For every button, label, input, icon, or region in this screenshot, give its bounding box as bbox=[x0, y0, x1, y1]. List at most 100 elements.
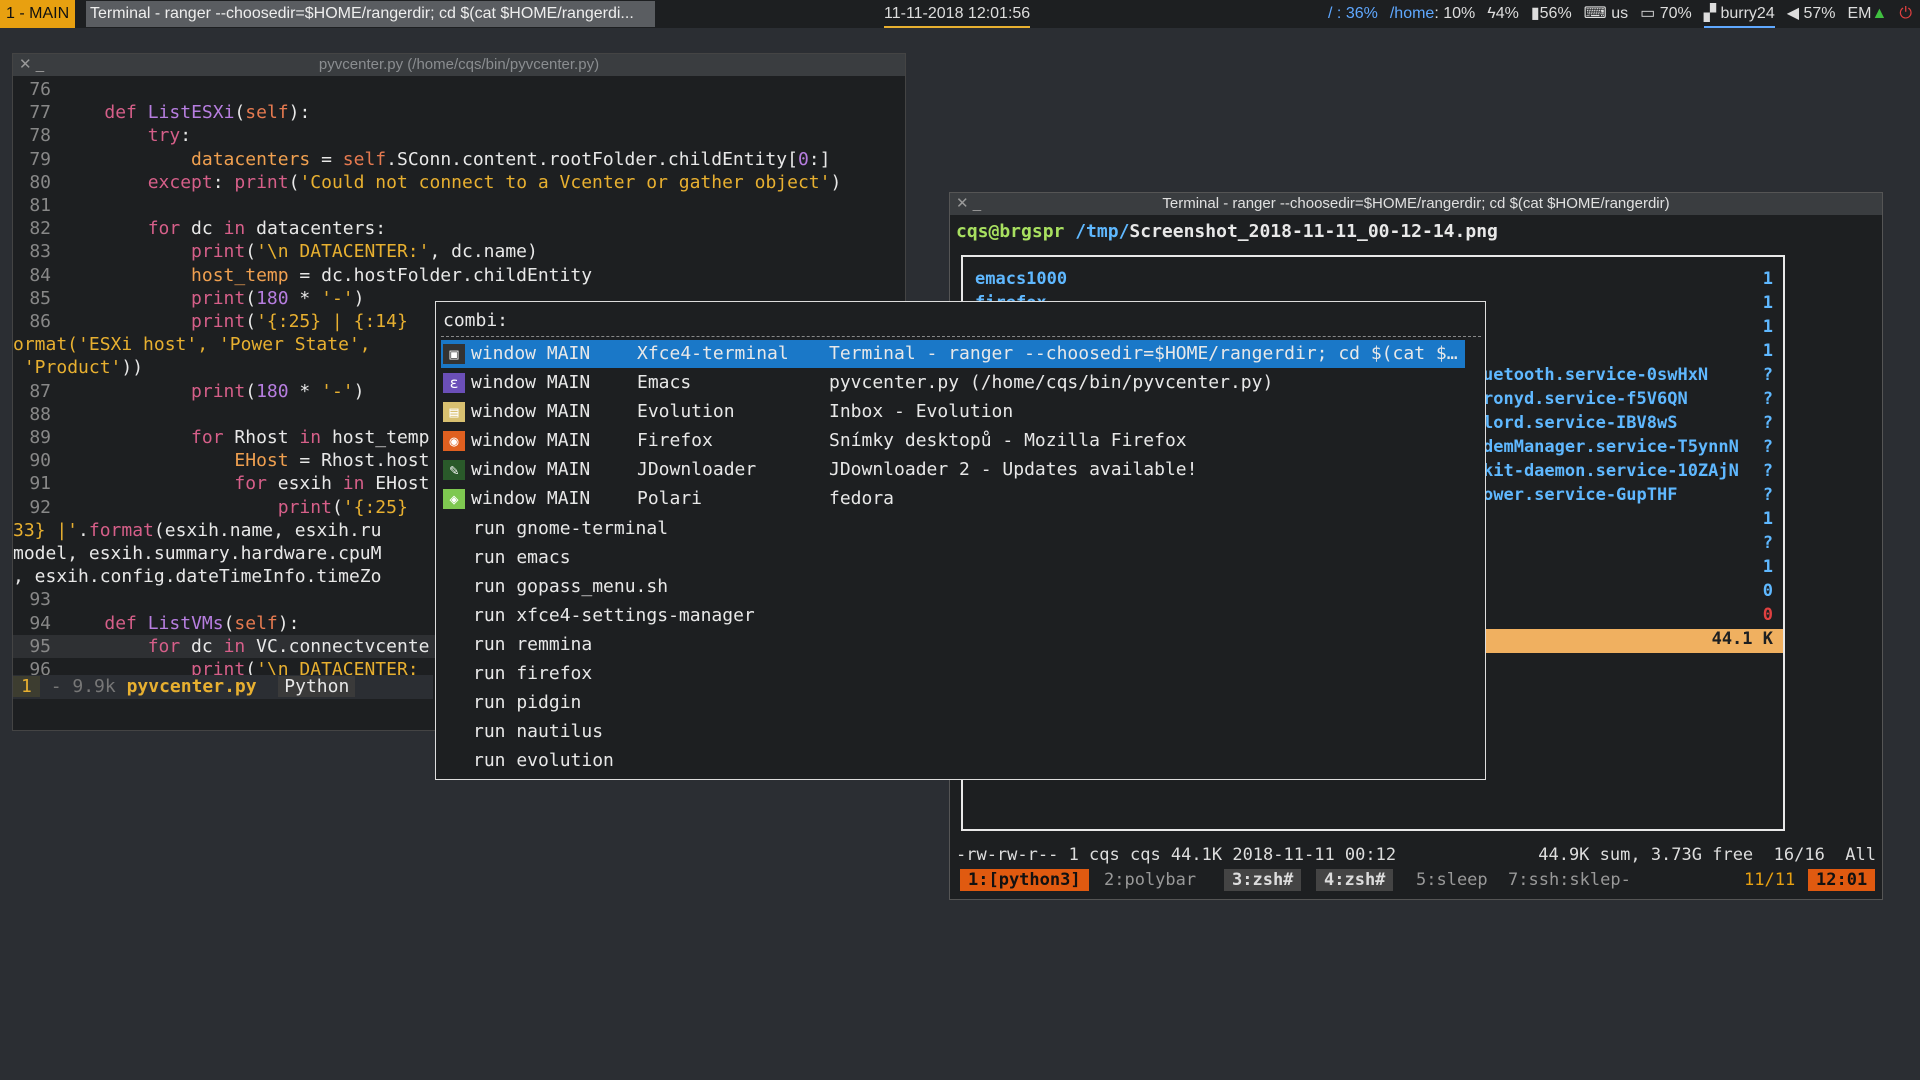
code-line[interactable]: 78 try: bbox=[13, 124, 841, 147]
rofi-item-mode: window MAIN bbox=[471, 401, 591, 422]
minimize-icon[interactable]: _ bbox=[973, 195, 981, 212]
shell-prompt: cqs@brgspr /tmp/Screenshot_2018-11-11_00… bbox=[956, 221, 1498, 242]
tmux-window-7[interactable]: 7:ssh:sklep- bbox=[1508, 869, 1631, 891]
tmux-time: 12:01 bbox=[1808, 869, 1876, 891]
code-text: , esxih.config.dateTimeInfo.timeZo bbox=[13, 566, 382, 588]
rofi-run-item[interactable]: run nautilus bbox=[473, 717, 603, 746]
code-text: try: bbox=[147, 125, 192, 147]
ranger-entry-count: 1 bbox=[1762, 317, 1773, 337]
terminal-titlebar[interactable]: ✕ _ Terminal - ranger --choosedir=$HOME/… bbox=[950, 193, 1882, 215]
code-line[interactable]: 79 datacenters = self.SConn.content.root… bbox=[13, 148, 841, 171]
rofi-prompt[interactable]: combi: bbox=[443, 310, 508, 331]
rofi-window-item[interactable]: ▤ window MAIN Evolution Inbox - Evolution bbox=[441, 398, 1465, 426]
keyboard-value: us bbox=[1611, 5, 1629, 22]
up-arrow-icon: ▲ bbox=[1871, 5, 1888, 22]
ranger-entry-name: kit-daemon.service-10ZAjN bbox=[1483, 461, 1739, 481]
line-number: 91 bbox=[29, 473, 51, 495]
close-icon[interactable]: ✕ bbox=[19, 56, 32, 73]
emacs-titlebar[interactable]: ✕ _ pyvcenter.py (/home/cqs/bin/pyvcente… bbox=[13, 54, 905, 76]
clock[interactable]: 11-11-2018 12:01:56 bbox=[884, 0, 1031, 28]
code-line[interactable]: 83 print('\n DATACENTER:', dc.name) bbox=[13, 240, 841, 263]
active-window-title: Terminal - ranger --choosedir=$HOME/rang… bbox=[86, 1, 655, 27]
line-number: 82 bbox=[29, 218, 51, 240]
code-line[interactable]: 82 for dc in datacenters: bbox=[13, 217, 841, 240]
rofi-item-mode: window MAIN bbox=[471, 372, 591, 393]
ranger-entry-count: 44.1 K bbox=[1711, 629, 1773, 649]
tmux-window-1[interactable]: 1:[python3] bbox=[960, 869, 1089, 891]
power-icon[interactable]: ⏻ bbox=[1899, 0, 1912, 28]
code-text: def ListESXi(self): bbox=[104, 102, 311, 124]
rofi-window-item[interactable]: ◉ window MAIN Firefox Snímky desktopů - Moz… bbox=[441, 427, 1465, 455]
rofi-run-item[interactable]: run emacs bbox=[473, 543, 571, 572]
code-text: print(180 * '-') bbox=[191, 380, 365, 402]
code-line[interactable]: 81 bbox=[13, 194, 841, 217]
code-line[interactable]: 76 bbox=[13, 78, 841, 101]
tmux-window-3[interactable]: 3:zsh# bbox=[1224, 869, 1302, 891]
prompt-file: Screenshot_2018-11-11_00-12-14.png bbox=[1129, 221, 1498, 242]
rofi-item-title: Snímky desktopů - Mozilla Firefox bbox=[829, 430, 1187, 451]
rofi-item-class: Evolution bbox=[637, 401, 735, 422]
ranger-entry-count: 1 bbox=[1762, 341, 1773, 361]
rofi-run-item[interactable]: run xfce4-settings-manager bbox=[473, 601, 755, 630]
rofi-item-mode: window MAIN bbox=[471, 488, 591, 509]
ranger-entry-name: lord.service-IBV8wS bbox=[1483, 413, 1678, 433]
rofi-item-class: Xfce4-terminal bbox=[637, 343, 789, 364]
volume-status[interactable]: ◀ 57% bbox=[1787, 0, 1836, 28]
ranger-entry[interactable]: emacs1000 1 bbox=[963, 269, 1783, 293]
modeline-window-number: 1 bbox=[13, 676, 40, 697]
tmux-window-4[interactable]: 4:zsh# bbox=[1316, 869, 1394, 891]
rofi-launcher[interactable]: combi: ▣ window MAIN Xfce4-terminal Termina… bbox=[435, 301, 1486, 780]
code-text: 33} |'.format(esxih.name, esxih.ru bbox=[13, 519, 382, 541]
rofi-item-title: pyvcenter.py (/home/cqs/bin/pyvcenter.py… bbox=[829, 372, 1274, 393]
ranger-entry-count: ? bbox=[1762, 437, 1773, 457]
code-text: for dc in VC.connectvcente bbox=[147, 635, 430, 657]
window-controls: ✕ _ bbox=[19, 54, 44, 76]
code-text: print('{:25} | {:14} bbox=[191, 311, 408, 333]
code-text: datacenters = self.SConn.content.rootFol… bbox=[191, 148, 831, 170]
emacs-icon: ε bbox=[443, 373, 465, 393]
rofi-run-item[interactable]: run remmina bbox=[473, 630, 592, 659]
rofi-run-item[interactable]: run firefox bbox=[473, 659, 592, 688]
wifi-status[interactable]: ▞ burry24 bbox=[1703, 0, 1775, 28]
ranger-entry-count: 1 bbox=[1762, 557, 1773, 577]
code-text: def ListVMs(self): bbox=[104, 612, 300, 634]
rofi-run-item[interactable]: run evolution bbox=[473, 746, 614, 775]
file-info-right: 44.9K sum, 3.73G free 16/16 All bbox=[1538, 845, 1876, 865]
line-number: 89 bbox=[29, 427, 51, 449]
code-line[interactable]: 80 except: print('Could not connect to a… bbox=[13, 171, 841, 194]
tmux-window-5[interactable]: 5:sleep bbox=[1416, 869, 1488, 891]
line-number: 93 bbox=[29, 589, 51, 611]
rofi-window-item[interactable]: ▣ window MAIN Xfce4-terminal Terminal - ran… bbox=[441, 340, 1465, 368]
ranger-entry-name: ronyd.service-f5V6QN bbox=[1483, 389, 1688, 409]
rofi-window-item[interactable]: ✎ window MAIN JDownloader JDownloader 2 - U… bbox=[441, 456, 1465, 484]
minimize-icon[interactable]: _ bbox=[36, 56, 44, 73]
ranger-entry-count: 1 bbox=[1762, 293, 1773, 313]
prompt-user: cqs@brgspr bbox=[956, 221, 1065, 242]
rofi-window-item[interactable]: ε window MAIN Emacs pyvcenter.py (/home/cqs… bbox=[441, 369, 1465, 397]
rofi-run-item[interactable]: run gnome-terminal bbox=[473, 514, 668, 543]
line-number: 90 bbox=[29, 450, 51, 472]
code-line[interactable]: 84 host_temp = dc.hostFolder.childEntity bbox=[13, 264, 841, 287]
workspace-indicator[interactable]: 1 - MAIN bbox=[0, 0, 76, 28]
rofi-run-item[interactable]: run pidgin bbox=[473, 688, 581, 717]
memory-usage: ▮56% bbox=[1531, 0, 1572, 28]
volume-value: 57% bbox=[1803, 5, 1836, 22]
rofi-run-item[interactable]: run gopass_menu.sh bbox=[473, 572, 668, 601]
code-text: for Rhost in host_temp bbox=[191, 427, 430, 449]
close-icon[interactable]: ✕ bbox=[956, 195, 969, 212]
tmux-window-2[interactable]: 2:polybar bbox=[1104, 869, 1196, 891]
ranger-entry[interactable]: 44.1 K bbox=[1483, 629, 1783, 653]
rofi-window-item[interactable]: ◈ window MAIN Polari fedora bbox=[441, 485, 1465, 513]
cpu-usage: ϟ4% bbox=[1487, 0, 1519, 28]
code-line[interactable]: 77 def ListESXi(self): bbox=[13, 101, 841, 124]
evolution-icon: ▤ bbox=[443, 402, 465, 422]
line-number: 79 bbox=[29, 148, 51, 170]
firefox-icon: ◉ bbox=[443, 431, 465, 451]
ranger-entry-count: ? bbox=[1762, 485, 1773, 505]
keyboard-layout[interactable]: ⌨ us bbox=[1584, 0, 1628, 28]
root-label: / : 36% bbox=[1328, 5, 1378, 22]
polari-icon: ◈ bbox=[443, 489, 465, 509]
jdownloader-icon: ✎ bbox=[443, 460, 465, 480]
prompt-path: /tmp/ bbox=[1075, 221, 1130, 242]
rofi-item-class: JDownloader bbox=[637, 459, 757, 480]
